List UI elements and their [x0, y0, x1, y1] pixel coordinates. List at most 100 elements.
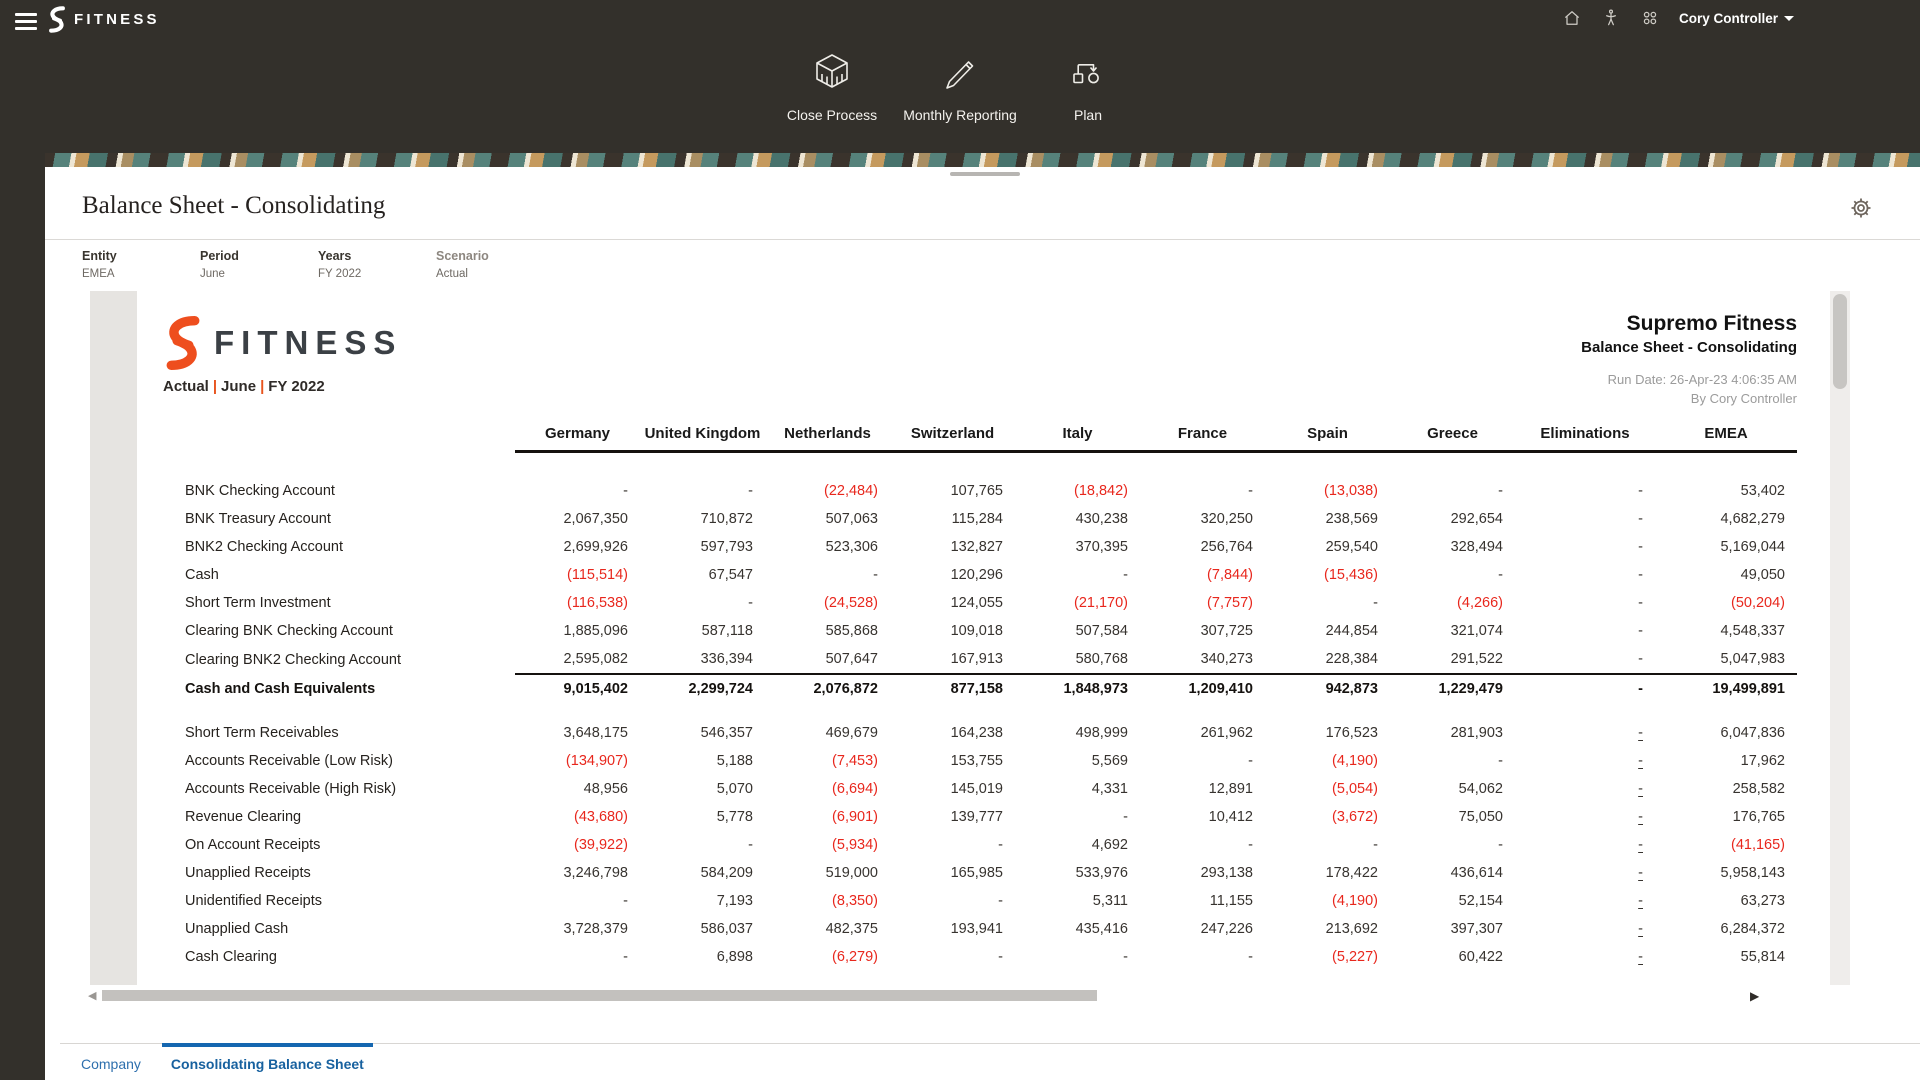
table-row: Accounts Receivable (High Risk)48,9565,0… — [185, 775, 1797, 803]
cell: 2,299,724 — [640, 674, 765, 703]
cell: 430,238 — [1015, 505, 1140, 533]
cell: - — [1515, 775, 1655, 803]
row-label: BNK2 Checking Account — [185, 533, 515, 561]
cell: 507,584 — [1015, 617, 1140, 645]
cell: - — [1265, 589, 1390, 617]
cell: 585,868 — [765, 617, 890, 645]
cell: 52,154 — [1390, 887, 1515, 915]
cell: 710,872 — [640, 505, 765, 533]
row-label: Clearing BNK Checking Account — [185, 617, 515, 645]
app-brand-logo: FITNESS — [46, 6, 160, 33]
nav-label: Close Process — [787, 107, 877, 123]
column-header: Eliminations — [1515, 425, 1655, 452]
cell: 586,037 — [640, 915, 765, 943]
row-label: Short Term Investment — [185, 589, 515, 617]
column-header: Switzerland — [890, 425, 1015, 452]
report-run-date: Run Date: 26-Apr-23 4:06:35 AM — [1581, 372, 1797, 387]
cell: 60,422 — [1390, 943, 1515, 971]
cell: 3,648,175 — [515, 719, 640, 747]
accessibility-icon[interactable] — [1601, 8, 1621, 28]
cell: - — [640, 477, 765, 505]
nav-label: Plan — [1074, 107, 1102, 123]
fitness-s-logo-icon — [46, 6, 68, 33]
cell: 132,827 — [890, 533, 1015, 561]
tab-company[interactable]: Company — [72, 1043, 150, 1081]
pov-value: Actual — [436, 268, 552, 280]
tab-consolidating-balance-sheet[interactable]: Consolidating Balance Sheet — [162, 1043, 373, 1081]
table-row: Accounts Receivable (Low Risk)(134,907)5… — [185, 747, 1797, 775]
column-header: France — [1140, 425, 1265, 452]
cell: 597,793 — [640, 533, 765, 561]
cell: 19,499,891 — [1655, 674, 1797, 703]
nav-item-plan[interactable]: Plan — [1029, 50, 1147, 123]
table-row: Clearing BNK2 Checking Account2,595,0823… — [185, 645, 1797, 674]
cell: (4,266) — [1390, 589, 1515, 617]
scroll-right-arrow-icon[interactable]: ▶ — [1750, 989, 1759, 1003]
hamburger-menu-icon[interactable] — [15, 13, 37, 31]
scroll-left-arrow-icon[interactable]: ◀ — [88, 989, 96, 1002]
horizontal-scrollbar-thumb[interactable] — [102, 990, 1097, 1001]
cell: - — [1140, 831, 1265, 859]
cell: - — [1390, 831, 1515, 859]
app-grid-icon[interactable] — [1640, 8, 1660, 28]
cube-icon — [809, 50, 855, 96]
cell: (7,453) — [765, 747, 890, 775]
spacer — [185, 703, 1797, 719]
vertical-scrollbar[interactable] — [1830, 290, 1850, 985]
pov-entity[interactable]: Entity EMEA — [82, 249, 198, 280]
cell: - — [1140, 477, 1265, 505]
user-menu[interactable]: Cory Controller — [1679, 11, 1794, 26]
home-icon[interactable] — [1562, 8, 1582, 28]
cell: 4,682,279 — [1655, 505, 1797, 533]
pov-period[interactable]: Period June — [200, 249, 316, 280]
pencil-icon — [937, 50, 983, 96]
cell: 115,284 — [890, 505, 1015, 533]
table-row: Unidentified Receipts-7,193(8,350)-5,311… — [185, 887, 1797, 915]
cell: 291,522 — [1390, 645, 1515, 674]
cell: 53,402 — [1655, 477, 1797, 505]
cell: (4,190) — [1265, 747, 1390, 775]
pov-scenario[interactable]: Scenario Actual — [436, 249, 552, 280]
table-row: Unapplied Receipts3,246,798584,209519,00… — [185, 859, 1797, 887]
report-logo-text: FITNESS — [214, 324, 402, 362]
row-label: Clearing BNK2 Checking Account — [185, 645, 515, 674]
cell: 469,679 — [765, 719, 890, 747]
cell: - — [1390, 561, 1515, 589]
fitness-s-logo-icon — [162, 316, 204, 370]
cell: 1,885,096 — [515, 617, 640, 645]
cell: - — [890, 831, 1015, 859]
cell: 6,284,372 — [1655, 915, 1797, 943]
cell: - — [1265, 831, 1390, 859]
nav-item-monthly-reporting[interactable]: Monthly Reporting — [901, 50, 1019, 123]
panel-drag-handle[interactable] — [950, 172, 1020, 176]
cell: 3,246,798 — [515, 859, 640, 887]
nav-label: Monthly Reporting — [903, 107, 1017, 123]
cell: 6,047,836 — [1655, 719, 1797, 747]
vertical-scrollbar-thumb[interactable] — [1833, 294, 1847, 389]
cell: 370,395 — [1015, 533, 1140, 561]
pov-bar: Entity EMEA Period June Years FY 2022 Sc… — [45, 239, 1920, 291]
cell: 176,523 — [1265, 719, 1390, 747]
cell: (7,757) — [1140, 589, 1265, 617]
row-label: Revenue Clearing — [185, 803, 515, 831]
cell: - — [1515, 645, 1655, 674]
cell: - — [1515, 747, 1655, 775]
nav-item-close-process[interactable]: Close Process — [773, 50, 891, 123]
table-row: BNK2 Checking Account2,699,926597,793523… — [185, 533, 1797, 561]
cell: 281,903 — [1390, 719, 1515, 747]
cell: (116,538) — [515, 589, 640, 617]
cell: - — [1515, 505, 1655, 533]
cell: 5,188 — [640, 747, 765, 775]
cell: 124,055 — [890, 589, 1015, 617]
cell: - — [1015, 943, 1140, 971]
column-header: Greece — [1390, 425, 1515, 452]
pov-years[interactable]: Years FY 2022 — [318, 249, 434, 280]
cell: 11,155 — [1140, 887, 1265, 915]
cell: 584,209 — [640, 859, 765, 887]
page-settings-gear-icon[interactable] — [1849, 196, 1873, 220]
horizontal-scrollbar[interactable]: ◀ — [88, 988, 1852, 1003]
table-row: On Account Receipts(39,922)-(5,934)-4,69… — [185, 831, 1797, 859]
cell: (13,038) — [1265, 477, 1390, 505]
cell: (50,204) — [1655, 589, 1797, 617]
cell: 6,898 — [640, 943, 765, 971]
